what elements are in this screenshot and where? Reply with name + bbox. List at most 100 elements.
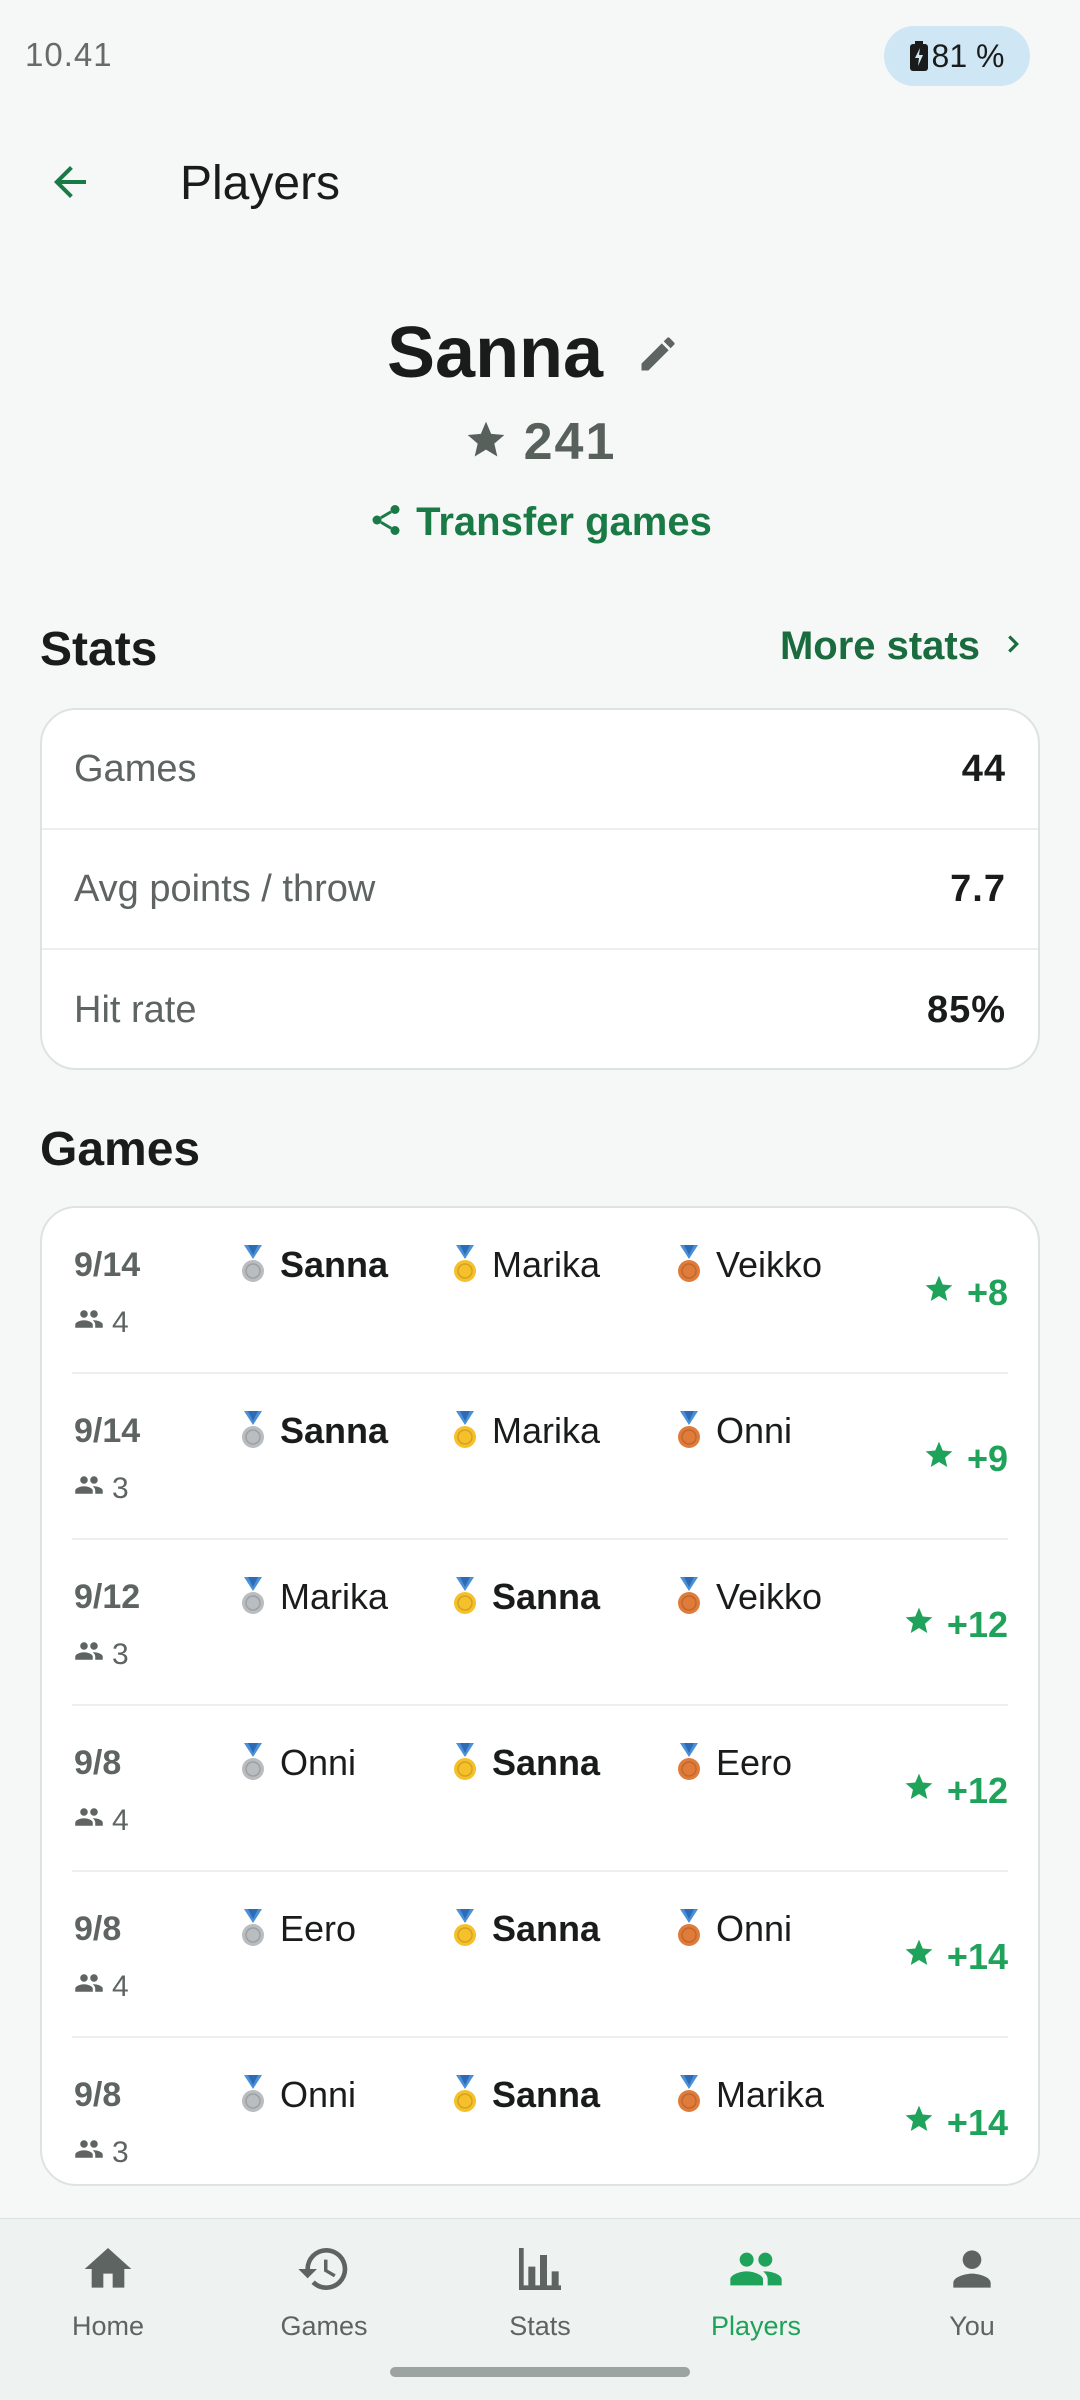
game-row[interactable]: 9/8 4 Onni Sanna Eero +12	[72, 1706, 1008, 1872]
battery-indicator: 81 %	[884, 26, 1030, 86]
stat-value: 44	[961, 747, 1006, 790]
gold-medal-icon	[450, 1909, 480, 1949]
player-name: Onni	[716, 1410, 793, 1451]
player-name: Marika	[280, 1576, 389, 1617]
player-name: Veikko	[716, 1576, 823, 1617]
group-icon	[74, 1636, 104, 1674]
player-name: Marika	[492, 1410, 601, 1451]
players-count: 3	[74, 1636, 129, 1674]
bronze-medal-icon	[674, 1909, 704, 1949]
placement-silver: Onni	[238, 1742, 356, 1784]
players-count: 4	[74, 1968, 129, 2006]
player-name: Marika	[716, 2074, 825, 2115]
player-name: Sanna	[492, 2074, 601, 2115]
star-icon	[903, 1770, 935, 1812]
bronze-medal-icon	[674, 1411, 704, 1451]
nav-item-players[interactable]: Players	[648, 2241, 864, 2361]
battery-percent: 81 %	[931, 37, 1005, 74]
rating-delta-value: +8	[966, 1272, 1008, 1313]
player-name: Onni	[280, 1742, 357, 1783]
nav-label: Home	[71, 2311, 145, 2341]
silver-medal-icon	[238, 1577, 268, 1617]
player-name: Sanna	[492, 1742, 601, 1783]
silver-medal-icon	[238, 1245, 268, 1285]
players-count-value: 3	[112, 1638, 129, 1671]
back-button[interactable]	[28, 142, 112, 226]
placement-bronze: Eero	[674, 1742, 792, 1784]
gold-medal-icon	[450, 1245, 480, 1285]
stat-row-games: Games 44	[42, 710, 1038, 830]
gold-medal-icon	[450, 1577, 480, 1617]
rating-delta: +12	[903, 1770, 1008, 1812]
nav-item-you[interactable]: You	[864, 2241, 1080, 2361]
rating-delta: +14	[903, 2102, 1008, 2144]
edit-name-button[interactable]	[628, 326, 688, 386]
players-count: 4	[74, 1304, 129, 1342]
game-date: 9/8	[74, 1910, 122, 1948]
players-count: 3	[74, 2134, 129, 2172]
more-stats-button[interactable]: More stats	[780, 624, 1028, 669]
rating-delta: +12	[903, 1604, 1008, 1646]
stats-card: Games 44 Avg points / throw 7.7 Hit rate…	[40, 708, 1040, 1070]
nav-label: You	[949, 2311, 995, 2341]
players-count-value: 4	[112, 1306, 129, 1339]
game-row[interactable]: 9/14 4 Sanna Marika Veikko +8	[72, 1208, 1008, 1374]
silver-medal-icon	[238, 1909, 268, 1949]
nav-item-home[interactable]: Home	[0, 2241, 216, 2361]
placement-gold: Sanna	[450, 1576, 600, 1618]
game-row[interactable]: 9/8 4 Eero Sanna Onni +14	[72, 1872, 1008, 2038]
rating-delta-value: +14	[946, 2102, 1008, 2143]
nav-item-games[interactable]: Games	[216, 2241, 432, 2361]
rating-value: 241	[523, 413, 617, 471]
stat-value: 85%	[926, 988, 1006, 1031]
game-date: 9/14	[74, 1412, 141, 1450]
game-row[interactable]: 9/8 3 Onni Sanna Marika +14	[72, 2038, 1008, 2184]
players-count: 3	[74, 1470, 129, 1508]
stat-label: Games	[74, 747, 197, 790]
group-icon	[74, 1304, 104, 1342]
games-card: 9/14 4 Sanna Marika Veikko +8 9/14 3 Sanna Marika…	[40, 1206, 1040, 2186]
group-icon	[74, 1470, 104, 1508]
transfer-games-button[interactable]: Transfer games	[0, 500, 1080, 545]
game-date: 9/8	[74, 2076, 122, 2114]
transfer-games-label: Transfer games	[416, 500, 712, 544]
rating-delta-value: +12	[946, 1604, 1008, 1645]
placement-silver: Marika	[238, 1576, 388, 1618]
stat-row-avg-points: Avg points / throw 7.7	[42, 830, 1038, 950]
player-name: Veikko	[716, 1244, 823, 1285]
gesture-home-indicator[interactable]	[390, 2367, 690, 2377]
bottom-navigation-bar: Home Games Stats Players You	[0, 2218, 1080, 2400]
player-name: Sanna	[280, 1244, 389, 1285]
player-rating: 241	[0, 412, 1080, 472]
silver-medal-icon	[238, 1743, 268, 1783]
share-icon	[368, 502, 404, 543]
game-row[interactable]: 9/14 3 Sanna Marika Onni +9	[72, 1374, 1008, 1540]
rating-delta: +8	[923, 1272, 1008, 1314]
person-icon	[944, 2241, 1000, 2297]
bar-chart-icon	[512, 2241, 568, 2297]
game-date: 9/8	[74, 1744, 122, 1782]
star-icon	[903, 1604, 935, 1646]
player-name: Marika	[492, 1244, 601, 1285]
rating-delta-value: +14	[946, 1936, 1008, 1977]
home-icon	[80, 2241, 136, 2297]
placement-silver: Sanna	[238, 1244, 388, 1286]
arrow-back-icon	[46, 158, 94, 211]
gold-medal-icon	[450, 1411, 480, 1451]
players-count-value: 4	[112, 1804, 129, 1837]
rating-delta: +14	[903, 1936, 1008, 1978]
player-name: Onni	[280, 2074, 357, 2115]
game-date: 9/14	[74, 1246, 141, 1284]
placement-gold: Sanna	[450, 1908, 600, 1950]
star-icon	[923, 1438, 955, 1480]
nav-item-stats[interactable]: Stats	[432, 2241, 648, 2361]
bronze-medal-icon	[674, 1245, 704, 1285]
placement-silver: Sanna	[238, 1410, 388, 1452]
players-count-value: 4	[112, 1970, 129, 2003]
game-row[interactable]: 9/12 3 Marika Sanna Veikko +12	[72, 1540, 1008, 1706]
group-icon	[74, 1968, 104, 2006]
player-name: Eero	[280, 1908, 357, 1949]
players-count-value: 3	[112, 2136, 129, 2169]
status-time: 10.41	[25, 36, 113, 73]
placement-silver: Eero	[238, 1908, 356, 1950]
